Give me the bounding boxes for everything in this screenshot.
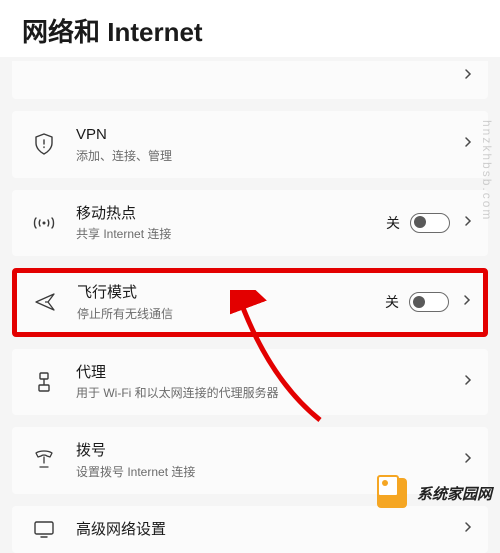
monitor-icon bbox=[26, 520, 62, 538]
settings-item-proxy[interactable]: 代理 用于 Wi-Fi 和以太网连接的代理服务器 bbox=[12, 349, 488, 416]
brand-text: 系统家园网 bbox=[417, 483, 492, 504]
brand-logo-icon bbox=[373, 474, 411, 512]
proxy-icon bbox=[26, 371, 62, 393]
airplane-toggle[interactable] bbox=[409, 292, 449, 312]
item-text: 移动热点 共享 Internet 连接 bbox=[76, 204, 386, 243]
toggle-state-label: 关 bbox=[385, 292, 399, 312]
item-subtitle: 用于 Wi-Fi 和以太网连接的代理服务器 bbox=[76, 384, 450, 401]
toggle-region: 关 bbox=[386, 213, 450, 233]
toggle-knob bbox=[413, 296, 425, 308]
settings-item-partial[interactable] bbox=[12, 61, 488, 99]
hotspot-toggle[interactable] bbox=[410, 213, 450, 233]
item-title: 飞行模式 bbox=[77, 283, 385, 303]
chevron-right-icon bbox=[462, 373, 474, 391]
footer-brand: 系统家园网 bbox=[373, 474, 492, 512]
item-text: VPN 添加、连接、管理 bbox=[76, 125, 450, 164]
chevron-right-icon bbox=[461, 293, 473, 311]
item-text: 高级网络设置 bbox=[76, 520, 450, 540]
toggle-region: 关 bbox=[385, 292, 449, 312]
settings-item-advanced[interactable]: 高级网络设置 bbox=[12, 506, 488, 553]
hotspot-icon bbox=[26, 214, 62, 232]
item-title: 代理 bbox=[76, 363, 450, 383]
item-text: 飞行模式 停止所有无线通信 bbox=[77, 283, 385, 322]
settings-item-vpn[interactable]: VPN 添加、连接、管理 bbox=[12, 111, 488, 178]
chevron-right-icon bbox=[462, 135, 474, 153]
item-title: 高级网络设置 bbox=[76, 520, 450, 540]
phone-icon bbox=[26, 450, 62, 470]
item-title: 拨号 bbox=[76, 441, 450, 461]
airplane-icon bbox=[27, 291, 63, 313]
chevron-right-icon bbox=[462, 451, 474, 469]
settings-item-airplane[interactable]: 飞行模式 停止所有无线通信 关 bbox=[12, 268, 488, 337]
item-subtitle: 停止所有无线通信 bbox=[77, 305, 385, 322]
chevron-right-icon bbox=[462, 520, 474, 538]
watermark-text: hnzkhbsb.com bbox=[480, 120, 494, 221]
chevron-right-icon bbox=[462, 214, 474, 232]
settings-item-hotspot[interactable]: 移动热点 共享 Internet 连接 关 bbox=[12, 190, 488, 257]
item-text: 代理 用于 Wi-Fi 和以太网连接的代理服务器 bbox=[76, 363, 450, 402]
toggle-state-label: 关 bbox=[386, 213, 400, 233]
item-subtitle: 共享 Internet 连接 bbox=[76, 225, 386, 242]
chevron-right-icon bbox=[462, 67, 474, 85]
toggle-knob bbox=[414, 216, 426, 228]
item-subtitle: 添加、连接、管理 bbox=[76, 147, 450, 164]
item-title: VPN bbox=[76, 125, 450, 145]
page-title: 网络和 Internet bbox=[0, 0, 500, 57]
shield-icon bbox=[26, 133, 62, 155]
item-title: 移动热点 bbox=[76, 204, 386, 224]
